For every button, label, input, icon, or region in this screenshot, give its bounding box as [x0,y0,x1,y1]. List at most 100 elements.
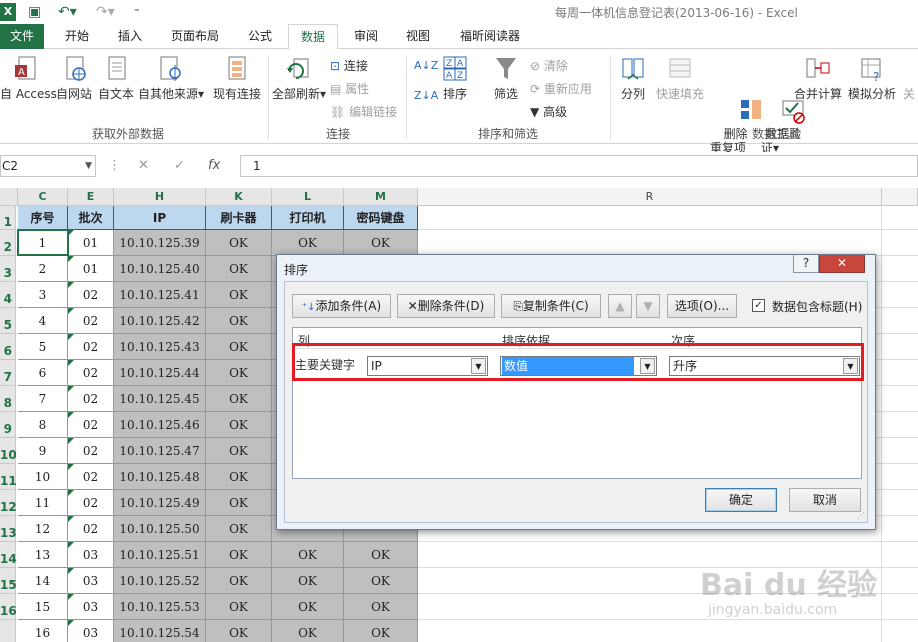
cell-seq[interactable]: 10 [18,464,68,490]
delete-condition-button[interactable]: ✕删除条件(D) [397,294,495,318]
cell-pin-pad[interactable]: OK [344,230,418,256]
what-if-analysis-button[interactable]: ? 模拟分析 [846,55,898,102]
row-header[interactable]: 2 [0,230,16,256]
cell-ip[interactable]: 10.10.125.52 [114,568,206,594]
row-header[interactable]: 13 [0,516,17,542]
table-header-cell[interactable]: 批次 [68,206,114,230]
cell-ip[interactable]: 10.10.125.44 [114,360,206,386]
cell-batch[interactable]: 03 [68,620,114,642]
consolidate-button[interactable]: 合并计算 [794,55,842,102]
tab-file[interactable]: 文件 [0,24,44,49]
undo-icon[interactable]: ↶▾ [58,3,77,21]
cell-seq[interactable]: 9 [18,438,68,464]
cell-batch[interactable]: 01 [68,256,114,282]
column-header[interactable]: K [206,188,272,206]
cell-seq[interactable]: 5 [18,334,68,360]
cell-printer[interactable]: OK [272,568,344,594]
table-header-cell[interactable]: 密码键盘 [344,206,418,230]
tab-foxit-reader[interactable]: 福昕阅读器 [450,24,530,49]
cell-card-reader[interactable]: OK [206,230,272,256]
from-text-button[interactable]: 自文本 [96,55,136,102]
cell-seq[interactable]: 15 [18,594,68,620]
customize-qat-icon[interactable]: ⁼ [134,3,140,21]
cell-card-reader[interactable]: OK [206,542,272,568]
tab-review[interactable]: 审阅 [344,24,388,49]
ok-button[interactable]: 确定 [705,488,777,512]
cell-pin-pad[interactable]: OK [344,620,418,642]
cell-printer[interactable]: OK [272,620,344,642]
relationships-button[interactable]: 关 [900,85,918,102]
cell-card-reader[interactable]: OK [206,360,272,386]
name-box[interactable]: C2 ▼ [0,155,96,177]
insert-function-icon[interactable]: fx [208,158,220,173]
has-header-checkbox[interactable]: ✓ [752,299,765,312]
cell-card-reader[interactable]: OK [206,256,272,282]
cell-card-reader[interactable]: OK [206,282,272,308]
cell-seq[interactable]: 12 [18,516,68,542]
cell-printer[interactable]: OK [272,230,344,256]
cell-seq[interactable]: 7 [18,386,68,412]
row-header[interactable]: 14 [0,542,17,568]
cell-printer[interactable]: OK [272,542,344,568]
column-header[interactable]: R [418,188,882,206]
row-header[interactable]: 4 [0,282,16,308]
cell-seq[interactable]: 14 [18,568,68,594]
from-access-button[interactable]: A 自 Access [0,55,57,102]
cell-card-reader[interactable]: OK [206,516,272,542]
column-header[interactable]: E [68,188,114,206]
move-down-button[interactable]: ▼ [636,294,660,318]
cell-card-reader[interactable]: OK [206,308,272,334]
help-button[interactable]: ? [793,255,819,273]
cell-pin-pad[interactable]: OK [344,542,418,568]
row-header[interactable]: 8 [0,386,16,412]
cell-card-reader[interactable]: OK [206,594,272,620]
cell-batch[interactable]: 02 [68,490,114,516]
cancel-icon[interactable]: ✕ [138,158,149,173]
cell-pin-pad[interactable]: OK [344,568,418,594]
cell-batch[interactable]: 01 [68,230,114,256]
redo-icon[interactable]: ↷▾ [96,3,115,21]
cell-card-reader[interactable]: OK [206,490,272,516]
cell-ip[interactable]: 10.10.125.40 [114,256,206,282]
cell-batch[interactable]: 02 [68,360,114,386]
row-header[interactable]: 12 [0,490,17,516]
cell-card-reader[interactable]: OK [206,464,272,490]
table-header-cell[interactable]: 刷卡器 [206,206,272,230]
cell-card-reader[interactable]: OK [206,620,272,642]
copy-condition-button[interactable]: ⎘复制条件(C) [501,294,601,318]
clear-filter-button[interactable]: ⊘ 清除 [530,57,568,74]
cell-ip[interactable]: 10.10.125.53 [114,594,206,620]
row-header[interactable]: 16 [0,594,17,620]
tab-insert[interactable]: 插入 [108,24,152,49]
sort-a-to-z-icon[interactable]: A↓Z [414,59,438,72]
cell-seq[interactable]: 11 [18,490,68,516]
edit-links-button[interactable]: ⛓ 编辑链接 [330,103,397,120]
reapply-button[interactable]: ⟳ 重新应用 [530,80,592,97]
enter-check-icon[interactable]: ✓ [174,158,185,173]
text-to-columns-button[interactable]: 分列 [616,55,650,102]
column-header[interactable]: M [344,188,418,206]
cell-batch[interactable]: 02 [68,438,114,464]
cell-printer[interactable]: OK [272,594,344,620]
row-header[interactable]: 6 [0,334,16,360]
row-header[interactable]: 7 [0,360,16,386]
options-button[interactable]: 选项(O)... [667,294,737,318]
cell-ip[interactable]: 10.10.125.41 [114,282,206,308]
column-header[interactable] [882,188,918,206]
cell-seq[interactable]: 1 [18,230,68,256]
cell-seq[interactable]: 8 [18,412,68,438]
cell-seq[interactable]: 16 [18,620,68,642]
cell-seq[interactable]: 13 [18,542,68,568]
cell-ip[interactable]: 10.10.125.43 [114,334,206,360]
tab-data[interactable]: 数据 [288,24,338,50]
tab-formulas[interactable]: 公式 [238,24,282,49]
row-header[interactable]: 5 [0,308,16,334]
cell-ip[interactable]: 10.10.125.42 [114,308,206,334]
table-header-cell[interactable]: IP [114,206,206,230]
select-all-corner[interactable] [0,188,18,206]
cell-ip[interactable]: 10.10.125.51 [114,542,206,568]
add-condition-button[interactable]: ⁺↓添加条件(A) [292,294,391,318]
cell-ip[interactable]: 10.10.125.54 [114,620,206,642]
row-header[interactable]: 11 [0,464,17,490]
properties-button[interactable]: ▤ 属性 [330,80,369,97]
